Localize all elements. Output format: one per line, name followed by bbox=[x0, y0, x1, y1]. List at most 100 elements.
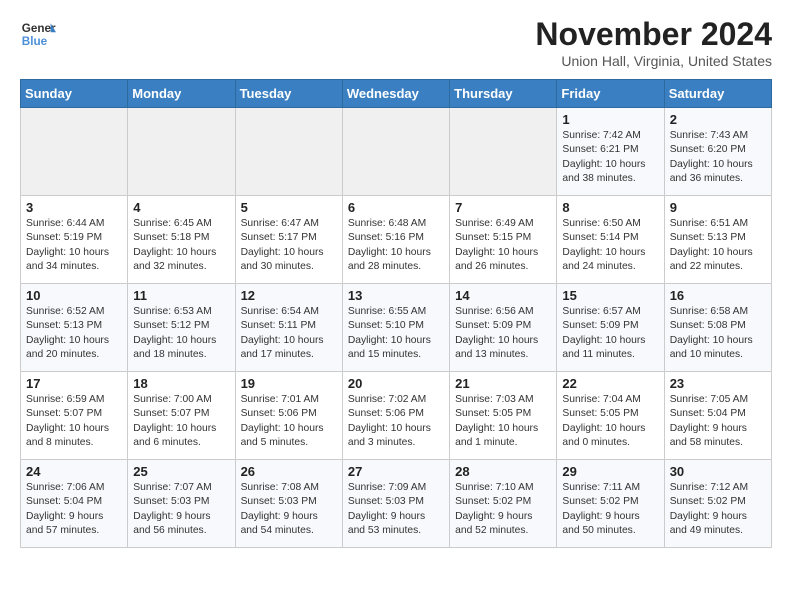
calendar-cell: 19 Sunrise: 7:01 AM Sunset: 5:06 PM Dayli… bbox=[235, 372, 342, 460]
calendar-cell: 25Sunrise: 7:07 AM Sunset: 5:03 PM Dayli… bbox=[128, 460, 235, 548]
day-number: 27 bbox=[348, 464, 444, 479]
day-number: 22 bbox=[562, 376, 658, 391]
day-number: 21 bbox=[455, 376, 551, 391]
calendar-cell: 15 Sunrise: 6:57 AM Sunset: 5:09 PM Dayli… bbox=[557, 284, 664, 372]
calendar-cell bbox=[128, 108, 235, 196]
calendar-table: SundayMondayTuesdayWednesdayThursdayFrid… bbox=[20, 79, 772, 548]
day-number: 2 bbox=[670, 112, 766, 127]
cell-details: Sunrise: 7:42 AM Sunset: 6:21 PM Dayligh… bbox=[562, 129, 658, 187]
calendar-cell: 21 Sunrise: 7:03 AM Sunset: 5:05 PM Dayli… bbox=[450, 372, 557, 460]
month-title: November 2024 bbox=[535, 16, 772, 53]
calendar-cell: 10 Sunrise: 6:52 AM Sunset: 5:13 PM Dayli… bbox=[21, 284, 128, 372]
cell-details: Sunrise: 6:45 AM Sunset: 5:18 PM Dayligh… bbox=[133, 217, 229, 275]
calendar-cell: 30 Sunrise: 7:12 AM Sunset: 5:02 PM Dayli… bbox=[664, 460, 771, 548]
day-header-friday: Friday bbox=[557, 80, 664, 108]
calendar-cell: 6 Sunrise: 6:48 AM Sunset: 5:16 PM Daylig… bbox=[342, 196, 449, 284]
day-header-sunday: Sunday bbox=[21, 80, 128, 108]
logo: General Blue bbox=[20, 16, 56, 52]
day-header-tuesday: Tuesday bbox=[235, 80, 342, 108]
calendar-cell: 4 Sunrise: 6:45 AM Sunset: 5:18 PM Daylig… bbox=[128, 196, 235, 284]
day-number: 16 bbox=[670, 288, 766, 303]
calendar-cell: 22 Sunrise: 7:04 AM Sunset: 5:05 PM Dayli… bbox=[557, 372, 664, 460]
day-number: 9 bbox=[670, 200, 766, 215]
day-header-thursday: Thursday bbox=[450, 80, 557, 108]
day-number: 30 bbox=[670, 464, 766, 479]
calendar-cell: 13Sunrise: 6:55 AM Sunset: 5:10 PM Dayli… bbox=[342, 284, 449, 372]
cell-details: Sunrise: 6:50 AM Sunset: 5:14 PM Dayligh… bbox=[562, 217, 658, 275]
cell-details: Sunrise: 7:10 AM Sunset: 5:02 PM Dayligh… bbox=[455, 481, 551, 539]
cell-details: Sunrise: 7:05 AM Sunset: 5:04 PM Dayligh… bbox=[670, 393, 766, 451]
cell-details: Sunrise: 6:48 AM Sunset: 5:16 PM Dayligh… bbox=[348, 217, 444, 275]
cell-details: Sunrise: 7:09 AM Sunset: 5:03 PM Dayligh… bbox=[348, 481, 444, 539]
location: Union Hall, Virginia, United States bbox=[535, 53, 772, 69]
day-number: 26 bbox=[241, 464, 337, 479]
day-number: 18 bbox=[133, 376, 229, 391]
week-row-2: 3 Sunrise: 6:44 AM Sunset: 5:19 PM Daylig… bbox=[21, 196, 772, 284]
calendar-cell: 24 Sunrise: 7:06 AM Sunset: 5:04 PM Dayli… bbox=[21, 460, 128, 548]
cell-details: Sunrise: 7:03 AM Sunset: 5:05 PM Dayligh… bbox=[455, 393, 551, 451]
calendar-cell: 17Sunrise: 6:59 AM Sunset: 5:07 PM Dayli… bbox=[21, 372, 128, 460]
cell-details: Sunrise: 7:11 AM Sunset: 5:02 PM Dayligh… bbox=[562, 481, 658, 539]
page-header: General Blue November 2024 Union Hall, V… bbox=[20, 16, 772, 69]
calendar-cell: 8 Sunrise: 6:50 AM Sunset: 5:14 PM Daylig… bbox=[557, 196, 664, 284]
day-number: 24 bbox=[26, 464, 122, 479]
calendar-cell: 23 Sunrise: 7:05 AM Sunset: 5:04 PM Dayli… bbox=[664, 372, 771, 460]
day-number: 3 bbox=[26, 200, 122, 215]
calendar-body: 1 Sunrise: 7:42 AM Sunset: 6:21 PM Daylig… bbox=[21, 108, 772, 548]
cell-details: Sunrise: 6:51 AM Sunset: 5:13 PM Dayligh… bbox=[670, 217, 766, 275]
cell-details: Sunrise: 6:54 AM Sunset: 5:11 PM Dayligh… bbox=[241, 305, 337, 363]
svg-text:Blue: Blue bbox=[22, 35, 48, 48]
logo-icon: General Blue bbox=[20, 16, 56, 52]
calendar-cell: 11Sunrise: 6:53 AM Sunset: 5:12 PM Dayli… bbox=[128, 284, 235, 372]
day-number: 20 bbox=[348, 376, 444, 391]
cell-details: Sunrise: 7:12 AM Sunset: 5:02 PM Dayligh… bbox=[670, 481, 766, 539]
cell-details: Sunrise: 6:44 AM Sunset: 5:19 PM Dayligh… bbox=[26, 217, 122, 275]
cell-details: Sunrise: 6:49 AM Sunset: 5:15 PM Dayligh… bbox=[455, 217, 551, 275]
day-number: 5 bbox=[241, 200, 337, 215]
day-number: 12 bbox=[241, 288, 337, 303]
cell-details: Sunrise: 7:04 AM Sunset: 5:05 PM Dayligh… bbox=[562, 393, 658, 451]
day-number: 28 bbox=[455, 464, 551, 479]
cell-details: Sunrise: 7:02 AM Sunset: 5:06 PM Dayligh… bbox=[348, 393, 444, 451]
calendar-cell: 2 Sunrise: 7:43 AM Sunset: 6:20 PM Daylig… bbox=[664, 108, 771, 196]
day-number: 23 bbox=[670, 376, 766, 391]
calendar-cell: 20 Sunrise: 7:02 AM Sunset: 5:06 PM Dayli… bbox=[342, 372, 449, 460]
calendar-cell: 14Sunrise: 6:56 AM Sunset: 5:09 PM Dayli… bbox=[450, 284, 557, 372]
day-header-wednesday: Wednesday bbox=[342, 80, 449, 108]
cell-details: Sunrise: 7:08 AM Sunset: 5:03 PM Dayligh… bbox=[241, 481, 337, 539]
calendar-cell bbox=[450, 108, 557, 196]
day-number: 25 bbox=[133, 464, 229, 479]
day-number: 11 bbox=[133, 288, 229, 303]
cell-details: Sunrise: 6:56 AM Sunset: 5:09 PM Dayligh… bbox=[455, 305, 551, 363]
cell-details: Sunrise: 7:43 AM Sunset: 6:20 PM Dayligh… bbox=[670, 129, 766, 187]
day-number: 4 bbox=[133, 200, 229, 215]
day-number: 6 bbox=[348, 200, 444, 215]
calendar-cell: 9 Sunrise: 6:51 AM Sunset: 5:13 PM Daylig… bbox=[664, 196, 771, 284]
calendar-cell: 5 Sunrise: 6:47 AM Sunset: 5:17 PM Daylig… bbox=[235, 196, 342, 284]
cell-details: Sunrise: 6:47 AM Sunset: 5:17 PM Dayligh… bbox=[241, 217, 337, 275]
day-number: 1 bbox=[562, 112, 658, 127]
day-header-saturday: Saturday bbox=[664, 80, 771, 108]
calendar-cell: 29Sunrise: 7:11 AM Sunset: 5:02 PM Dayli… bbox=[557, 460, 664, 548]
week-row-4: 17Sunrise: 6:59 AM Sunset: 5:07 PM Dayli… bbox=[21, 372, 772, 460]
cell-details: Sunrise: 6:57 AM Sunset: 5:09 PM Dayligh… bbox=[562, 305, 658, 363]
week-row-5: 24 Sunrise: 7:06 AM Sunset: 5:04 PM Dayli… bbox=[21, 460, 772, 548]
calendar-cell: 28 Sunrise: 7:10 AM Sunset: 5:02 PM Dayli… bbox=[450, 460, 557, 548]
day-number: 15 bbox=[562, 288, 658, 303]
calendar-cell: 12 Sunrise: 6:54 AM Sunset: 5:11 PM Dayli… bbox=[235, 284, 342, 372]
day-number: 19 bbox=[241, 376, 337, 391]
day-number: 8 bbox=[562, 200, 658, 215]
cell-details: Sunrise: 7:06 AM Sunset: 5:04 PM Dayligh… bbox=[26, 481, 122, 539]
day-number: 7 bbox=[455, 200, 551, 215]
cell-details: Sunrise: 6:59 AM Sunset: 5:07 PM Dayligh… bbox=[26, 393, 122, 451]
cell-details: Sunrise: 7:01 AM Sunset: 5:06 PM Dayligh… bbox=[241, 393, 337, 451]
cell-details: Sunrise: 6:58 AM Sunset: 5:08 PM Dayligh… bbox=[670, 305, 766, 363]
day-header-monday: Monday bbox=[128, 80, 235, 108]
day-number: 10 bbox=[26, 288, 122, 303]
calendar-cell bbox=[235, 108, 342, 196]
day-number: 13 bbox=[348, 288, 444, 303]
cell-details: Sunrise: 6:52 AM Sunset: 5:13 PM Dayligh… bbox=[26, 305, 122, 363]
cell-details: Sunrise: 7:00 AM Sunset: 5:07 PM Dayligh… bbox=[133, 393, 229, 451]
calendar-cell: 1 Sunrise: 7:42 AM Sunset: 6:21 PM Daylig… bbox=[557, 108, 664, 196]
calendar-cell: 18 Sunrise: 7:00 AM Sunset: 5:07 PM Dayli… bbox=[128, 372, 235, 460]
